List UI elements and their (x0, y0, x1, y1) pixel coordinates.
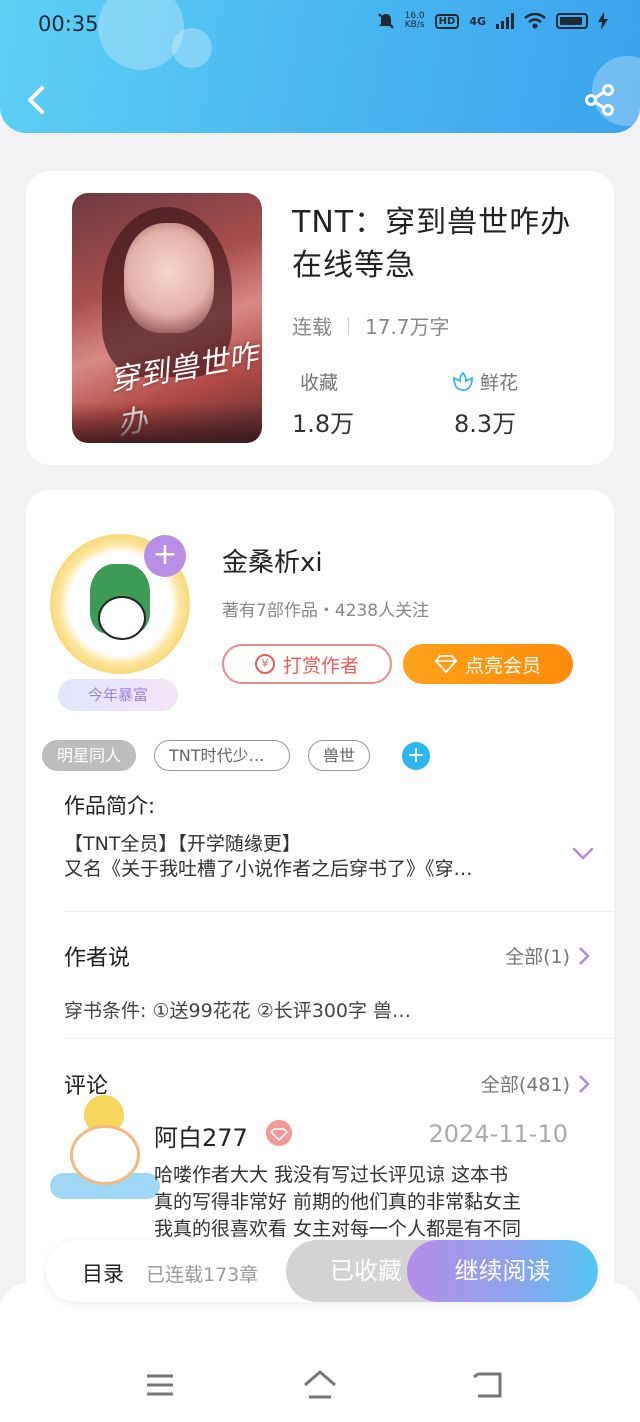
author-name[interactable]: 金桑析xi (222, 542, 323, 579)
decor-bubble-small (172, 28, 212, 68)
word-count: 17.7万字 (365, 315, 450, 339)
intro-title: 作品简介: (64, 794, 156, 818)
tag-item[interactable]: 兽世 (308, 740, 371, 771)
system-nav-bar (0, 1283, 640, 1422)
author-says-text[interactable]: 穿书条件: ①送99花花 ②长评300字 兽… (64, 996, 484, 1023)
return-icon[interactable] (470, 1367, 506, 1403)
tag-item[interactable]: TNT时代少… (154, 740, 291, 771)
avatar-face (98, 596, 146, 640)
continue-reading-button[interactable]: 继续阅读 (407, 1240, 598, 1302)
tip-author-button[interactable]: ¥ 打赏作者 (222, 644, 392, 684)
book-status: 连载 (292, 315, 332, 339)
reading-action-bar: 目录 已连载173章 已收藏 继续阅读 (46, 1240, 598, 1302)
book-meta: 连载 17.7万字 (292, 311, 450, 340)
chevron-right-icon (579, 946, 590, 965)
follow-plus-button[interactable]: + (144, 535, 186, 577)
net-speed: 16.0 KB/s (404, 11, 425, 30)
divider (64, 1038, 614, 1039)
charging-icon (598, 12, 608, 30)
signal-icon (496, 13, 514, 29)
tag-item[interactable]: 明星同人 (42, 740, 137, 771)
coin-icon: ¥ (254, 654, 275, 674)
cover-shade (72, 403, 262, 443)
vip-diamond-icon (266, 1120, 292, 1146)
toc-button[interactable]: 目录 (82, 1258, 124, 1288)
comment-date: 2024-11-10 (428, 1120, 568, 1148)
avatar-face (70, 1125, 140, 1185)
intro-text[interactable]: 【TNT全员】【开学随缘更】 又名《关于我吐槽了小说作者之后穿书了》《穿… (64, 832, 544, 882)
tip-author-label: 打赏作者 (282, 654, 359, 677)
battery-icon (556, 13, 588, 29)
flower-icon (453, 371, 473, 391)
tag-list: 明星同人 TNT时代少… 兽世 + (42, 740, 431, 771)
favorites-value: 1.8万 (292, 410, 355, 438)
divider (64, 911, 614, 912)
author-info: 著有7部作品・4238人关注 (222, 601, 430, 621)
comment-text[interactable]: 哈喽作者大大 我没有写过长评见谅 这本书 真的写得非常好 前期的他们真的非常黏女… (154, 1162, 574, 1243)
author-says-more-link[interactable]: 全部(1) (505, 942, 590, 969)
author-says-title: 作者说 (64, 946, 131, 971)
share-icon[interactable] (584, 84, 616, 116)
vip-button[interactable]: 点亮会员 (403, 644, 573, 684)
add-tag-button[interactable]: + (402, 741, 431, 770)
book-title: TNT：穿到兽世咋办在线等急 (292, 205, 572, 283)
menu-icon[interactable] (142, 1367, 178, 1403)
comments-more-link[interactable]: 全部(481) (481, 1070, 590, 1097)
status-time: 00:35 (38, 12, 99, 36)
wifi-icon (524, 13, 546, 29)
favorites-label: 收藏 (300, 372, 339, 394)
flowers-label: 鲜花 (452, 368, 518, 395)
hd-badge: HD (434, 13, 460, 29)
decor-bubble (98, 0, 184, 70)
meta-divider (348, 316, 349, 335)
chapter-count[interactable]: 已连载173章 (146, 1260, 258, 1287)
cover-face (124, 223, 214, 333)
detail-card: + 今年暴富 金桑析xi 著有7部作品・4238人关注 ¥ 打赏作者 点亮会员 … (26, 490, 614, 1300)
back-icon[interactable] (22, 80, 52, 120)
diamond-icon (434, 655, 457, 673)
status-icons: 16.0 KB/s HD 4G (377, 12, 608, 30)
chevron-down-icon[interactable] (572, 846, 594, 862)
commenter-avatar[interactable] (50, 1095, 160, 1205)
book-info-card: 穿到兽世咋办 TNT：穿到兽世咋办在线等急 连载 17.7万字 收藏 1.8万 … (26, 171, 614, 465)
flowers-value: 8.3万 (454, 410, 517, 438)
home-icon[interactable] (302, 1367, 338, 1403)
mute-icon (377, 13, 394, 29)
commenter-name[interactable]: 阿白277 (154, 1118, 248, 1153)
vip-label: 点亮会员 (464, 654, 541, 677)
book-cover[interactable]: 穿到兽世咋办 (72, 193, 262, 443)
chevron-right-icon (579, 1074, 590, 1093)
top-header: 00:35 16.0 KB/s HD 4G (0, 0, 640, 133)
author-badge: 今年暴富 (58, 679, 178, 711)
signal-label: 4G (469, 14, 486, 28)
